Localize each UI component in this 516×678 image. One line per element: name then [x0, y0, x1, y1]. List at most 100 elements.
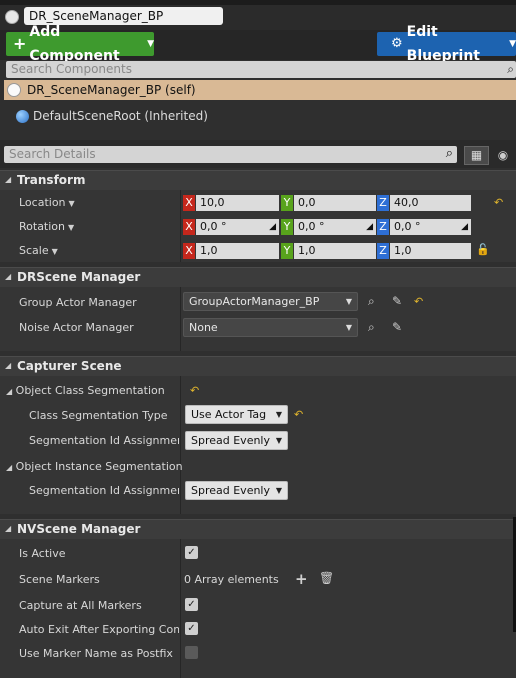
- search-details-placeholder: Search Details: [9, 147, 96, 161]
- nvscene-section: Is Active ✓ Scene Markers 0 Array elemen…: [0, 539, 516, 678]
- scene-markers-count: 0 Array elements: [184, 573, 279, 586]
- collapse-triangle-icon: ◢: [5, 361, 12, 370]
- chevron-down-icon: ▼: [275, 410, 282, 419]
- component-tree-self[interactable]: DR_SceneManager_BP (self): [4, 80, 516, 100]
- rotation-z-field[interactable]: 0,0 ° ◢: [390, 219, 471, 235]
- category-title: NVScene Manager: [17, 522, 141, 536]
- auto-exit-checkbox[interactable]: ✓: [185, 622, 198, 635]
- segmentation-id-assignment-dropdown[interactable]: Spread Evenly ▼: [185, 431, 288, 450]
- chevron-down-icon: ▼: [147, 39, 154, 49]
- edit-blueprint-button[interactable]: ⚙ Edit Blueprint ▼: [377, 24, 516, 64]
- group-actor-manager-dropdown[interactable]: GroupActorManager_BP ▼: [183, 292, 358, 311]
- column-divider: [180, 287, 181, 351]
- drscene-section: Group Actor Manager GroupActorManager_BP…: [0, 287, 516, 351]
- collapse-triangle-icon: ◢: [5, 272, 12, 281]
- category-title: Transform: [17, 173, 86, 187]
- transform-section: Location ▼ X 10,0 Y 0,0 Z 40,0 ↶ Rotation…: [0, 190, 516, 262]
- location-z-field[interactable]: 40,0: [390, 195, 471, 211]
- auto-exit-label: Auto Exit After Exporting Complete: [19, 623, 179, 636]
- instance-segmentation-id-assignment-value: Spread Evenly: [191, 484, 270, 497]
- noise-actor-manager-value: None: [189, 321, 218, 334]
- self-item-label: DR_SceneManager_BP (self): [27, 83, 196, 97]
- eyedropper-icon[interactable]: ✎: [392, 294, 402, 308]
- property-matrix-icon[interactable]: ▦: [464, 146, 489, 165]
- location-x-field[interactable]: 10,0: [196, 195, 279, 211]
- eye-icon[interactable]: ◉: [493, 146, 513, 165]
- chevron-down-icon: ▼: [345, 323, 352, 332]
- scene-root-icon: [16, 109, 29, 123]
- group-actor-manager-label: Group Actor Manager: [19, 296, 137, 309]
- add-element-icon[interactable]: +: [295, 570, 308, 588]
- group-actor-manager-value: GroupActorManager_BP: [189, 295, 320, 308]
- search-components-placeholder: Search Components: [11, 62, 132, 76]
- rotation-x-field[interactable]: 0,0 ° ◢: [196, 219, 279, 235]
- chevron-down-icon: ▼: [345, 297, 352, 306]
- axis-z-label: Z: [377, 195, 389, 211]
- scale-z-field[interactable]: 1,0: [390, 243, 471, 259]
- category-title: DRScene Manager: [17, 270, 141, 284]
- axis-x-label: X: [183, 243, 195, 259]
- search-icon[interactable]: ⌕: [507, 61, 514, 77]
- is-active-label: Is Active: [19, 547, 66, 560]
- instance-segmentation-id-assignment-dropdown[interactable]: Spread Evenly ▼: [185, 481, 288, 500]
- column-divider: [180, 539, 181, 678]
- search-icon[interactable]: ⌕: [446, 146, 453, 162]
- axis-z-label: Z: [377, 243, 389, 259]
- object-instance-segmentation-group[interactable]: ◢ Object Instance Segmentation: [6, 460, 183, 473]
- marker-postfix-checkbox[interactable]: ✓: [185, 646, 198, 659]
- browse-search-icon[interactable]: ⌕: [368, 294, 375, 309]
- trash-icon[interactable]: 🗑: [319, 571, 334, 585]
- capture-all-markers-checkbox[interactable]: ✓: [185, 598, 198, 611]
- reset-to-default-icon[interactable]: ↶: [294, 408, 303, 421]
- root-item-label: DefaultSceneRoot (Inherited): [33, 109, 208, 123]
- category-title: Capturer Scene: [17, 359, 122, 373]
- category-drscene-manager[interactable]: ◢ DRScene Manager: [0, 267, 516, 287]
- reset-to-default-icon[interactable]: ↶: [494, 196, 503, 209]
- column-divider: [180, 376, 181, 514]
- noise-actor-manager-dropdown[interactable]: None ▼: [183, 318, 358, 337]
- reset-to-default-icon[interactable]: ↶: [190, 384, 199, 397]
- scale-label[interactable]: Scale ▼: [19, 244, 58, 257]
- capturer-section: ◢ Object Class Segmentation ↶ Class Segm…: [0, 376, 516, 514]
- axis-y-label: Y: [281, 219, 293, 235]
- axis-y-label: Y: [281, 195, 293, 211]
- reset-to-default-icon[interactable]: ↶: [414, 295, 423, 308]
- axis-y-label: Y: [281, 243, 293, 259]
- object-class-segmentation-group[interactable]: ◢ Object Class Segmentation: [6, 384, 165, 397]
- scene-markers-label: Scene Markers: [19, 573, 100, 586]
- chevron-down-icon: ▼: [275, 486, 282, 495]
- gear-icon: ⚙: [391, 36, 403, 51]
- marker-postfix-label: Use Marker Name as Postfix: [19, 647, 173, 660]
- rotation-label[interactable]: Rotation ▼: [19, 220, 74, 233]
- component-tree-root[interactable]: DefaultSceneRoot (Inherited): [16, 106, 208, 126]
- capture-all-markers-label: Capture at All Markers: [19, 599, 142, 612]
- column-divider: [180, 190, 181, 262]
- eyedropper-icon[interactable]: ✎: [392, 320, 402, 334]
- category-nvscene-manager[interactable]: ◢ NVScene Manager: [0, 519, 516, 539]
- scale-x-field[interactable]: 1,0: [196, 243, 279, 259]
- is-active-checkbox[interactable]: ✓: [185, 546, 198, 559]
- location-label[interactable]: Location ▼: [19, 196, 75, 209]
- category-transform[interactable]: ◢ Transform: [0, 170, 516, 190]
- class-segmentation-type-label: Class Segmentation Type: [29, 409, 168, 422]
- class-segmentation-type-dropdown[interactable]: Use Actor Tag ▼: [185, 405, 288, 424]
- search-components-input[interactable]: Search Components ⌕: [6, 61, 516, 78]
- instance-segmentation-id-assignment-label: Segmentation Id Assignment Type: [29, 484, 179, 497]
- noise-actor-manager-label: Noise Actor Manager: [19, 321, 134, 334]
- chevron-down-icon: ▼: [509, 39, 516, 49]
- axis-x-label: X: [183, 219, 195, 235]
- collapse-triangle-icon: ◢: [5, 175, 12, 184]
- add-component-button[interactable]: + Add Component ▼: [6, 24, 154, 64]
- segmentation-id-assignment-value: Spread Evenly: [191, 434, 270, 447]
- browse-search-icon[interactable]: ⌕: [368, 320, 375, 335]
- category-capturer-scene[interactable]: ◢ Capturer Scene: [0, 356, 516, 376]
- class-segmentation-type-value: Use Actor Tag: [191, 408, 267, 421]
- axis-z-label: Z: [377, 219, 389, 235]
- search-details-input[interactable]: Search Details ⌕: [4, 146, 457, 163]
- scale-y-field[interactable]: 1,0: [294, 243, 376, 259]
- rotation-y-field[interactable]: 0,0 ° ◢: [294, 219, 376, 235]
- chevron-down-icon: ▼: [275, 436, 282, 445]
- lock-icon[interactable]: 🔓: [476, 243, 490, 256]
- axis-x-label: X: [183, 195, 195, 211]
- location-y-field[interactable]: 0,0: [294, 195, 376, 211]
